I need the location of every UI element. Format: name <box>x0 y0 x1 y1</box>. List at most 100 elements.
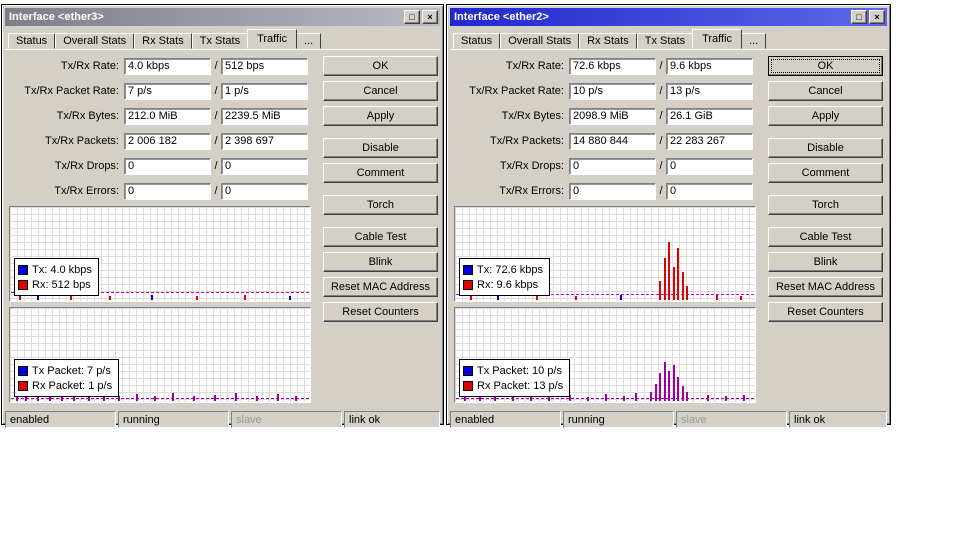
rx-value[interactable]: 2239.5 MiB <box>221 107 308 125</box>
disable-button[interactable]: Disable <box>323 138 438 158</box>
torch-button[interactable]: Torch <box>768 195 883 215</box>
status-bar: enabled running slave link ok <box>450 410 887 428</box>
field-label: Tx/Rx Packets: <box>45 135 119 147</box>
tab-overall-stats[interactable]: Overall Stats <box>55 33 135 49</box>
tab-status[interactable]: Status <box>8 33 56 49</box>
close-button[interactable]: × <box>869 10 885 24</box>
rx-value[interactable]: 1 p/s <box>221 82 308 100</box>
ok-button[interactable]: OK <box>768 56 883 76</box>
rx-value[interactable]: 0 <box>666 157 753 175</box>
value-separator: / <box>214 160 218 172</box>
reset-mac-address-button[interactable]: Reset MAC Address <box>323 277 438 297</box>
rate-chart-legend: Tx: 72.6 kbps Rx: 9.6 kbps <box>459 258 551 296</box>
tx-value[interactable]: 72.6 kbps <box>569 57 656 75</box>
rx-value[interactable]: 13 p/s <box>666 82 753 100</box>
tab-tx-stats[interactable]: Tx Stats <box>191 33 249 49</box>
rx-value[interactable]: 22 283 267 <box>666 132 753 150</box>
field-tx-rx-bytes: Tx/Rx Bytes: 212.0 MiB / 2239.5 MiB <box>9 106 311 126</box>
tab-label: ... <box>749 35 759 47</box>
close-button[interactable]: × <box>422 10 438 24</box>
value-separator: / <box>659 85 663 97</box>
legend-color-chip <box>463 365 473 376</box>
tx-value[interactable]: 2 006 182 <box>124 132 211 150</box>
rx-value[interactable]: 512 bps <box>221 57 308 75</box>
button-column: OK Cancel Apply Disable Comment Torch Ca… <box>768 56 883 408</box>
tab-traffic[interactable]: Traffic <box>692 29 743 49</box>
tab-rx-stats[interactable]: Rx Stats <box>134 33 192 49</box>
chart-spike <box>668 370 670 401</box>
blink-button[interactable]: Blink <box>768 252 883 272</box>
titlebar[interactable]: Interface <ether3> □ × <box>5 8 440 26</box>
reset-counters-button[interactable]: Reset Counters <box>768 302 883 322</box>
field-tx-rx-rate: Tx/Rx Rate: 72.6 kbps / 9.6 kbps <box>454 56 756 76</box>
tx-value[interactable]: 0 <box>569 157 656 175</box>
legend-label: Tx: 4.0 kbps <box>32 263 92 276</box>
ok-button[interactable]: OK <box>323 56 438 76</box>
value-separator: / <box>659 60 663 72</box>
legend-rx: Rx: 9.6 kbps <box>463 277 543 292</box>
chart-spike <box>668 241 670 300</box>
tx-value[interactable]: 14 880 844 <box>569 132 656 150</box>
rx-value[interactable]: 9.6 kbps <box>666 57 753 75</box>
cancel-button[interactable]: Cancel <box>323 81 438 101</box>
tab-traffic[interactable]: Traffic <box>247 29 298 49</box>
comment-button[interactable]: Comment <box>768 163 883 183</box>
rx-value[interactable]: 2 398 697 <box>221 132 308 150</box>
legend-tx-packet: Tx Packet: 7 p/s <box>18 363 112 378</box>
tab-more[interactable]: ... <box>741 33 767 49</box>
chart-spike <box>681 385 684 401</box>
chart-spike <box>672 365 675 401</box>
legend-label: Rx Packet: 13 p/s <box>477 379 564 392</box>
value-separator: / <box>214 135 218 147</box>
button-label: Cable Test <box>354 231 407 243</box>
chart-spike <box>686 285 688 300</box>
tx-value[interactable]: 4.0 kbps <box>124 57 211 75</box>
cable-test-button[interactable]: Cable Test <box>768 227 883 247</box>
rx-value[interactable]: 26.1 GiB <box>666 107 753 125</box>
rx-value[interactable]: 0 <box>221 157 308 175</box>
legend-color-chip <box>18 264 28 275</box>
apply-button[interactable]: Apply <box>323 106 438 126</box>
cable-test-button[interactable]: Cable Test <box>323 227 438 247</box>
tx-value[interactable]: 0 <box>124 157 211 175</box>
tx-value[interactable]: 0 <box>124 182 211 200</box>
field-label: Tx/Rx Packets: <box>490 135 564 147</box>
maximize-button[interactable]: □ <box>404 10 420 24</box>
chart-spike <box>707 395 709 401</box>
tx-value[interactable]: 0 <box>569 182 656 200</box>
chart-spike <box>109 296 111 300</box>
cancel-button[interactable]: Cancel <box>768 81 883 101</box>
rx-value[interactable]: 0 <box>221 182 308 200</box>
tab-status[interactable]: Status <box>453 33 501 49</box>
status-link: link ok <box>789 411 887 428</box>
button-label: Cancel <box>363 85 398 97</box>
field-label: Tx/Rx Packet Rate: <box>469 85 564 97</box>
titlebar[interactable]: Interface <ether2> □ × <box>450 8 887 26</box>
blink-button[interactable]: Blink <box>323 252 438 272</box>
tab-rx-stats[interactable]: Rx Stats <box>579 33 637 49</box>
reset-mac-address-button[interactable]: Reset MAC Address <box>768 277 883 297</box>
tx-value[interactable]: 2098.9 MiB <box>569 107 656 125</box>
chart-spike <box>672 267 675 300</box>
titlebar-button-glyph: × <box>874 12 880 22</box>
maximize-button[interactable]: □ <box>851 10 867 24</box>
tab-overall-stats[interactable]: Overall Stats <box>500 33 580 49</box>
tab-label: Overall Stats <box>508 35 572 47</box>
rx-value[interactable]: 0 <box>666 182 753 200</box>
tab-label: Overall Stats <box>63 35 127 47</box>
tab-more[interactable]: ... <box>296 33 322 49</box>
tx-value[interactable]: 7 p/s <box>124 82 211 100</box>
legend-color-chip <box>463 279 473 290</box>
tx-value[interactable]: 10 p/s <box>569 82 656 100</box>
button-label: Comment <box>801 167 850 179</box>
comment-button[interactable]: Comment <box>323 163 438 183</box>
apply-button[interactable]: Apply <box>768 106 883 126</box>
traffic-rate-chart: Tx: 72.6 kbps Rx: 9.6 kbps <box>454 206 756 302</box>
tx-value[interactable]: 212.0 MiB <box>124 107 211 125</box>
titlebar-button-glyph: □ <box>856 12 862 22</box>
torch-button[interactable]: Torch <box>323 195 438 215</box>
chart-spike <box>623 396 625 401</box>
disable-button[interactable]: Disable <box>768 138 883 158</box>
tab-tx-stats[interactable]: Tx Stats <box>636 33 694 49</box>
reset-counters-button[interactable]: Reset Counters <box>323 302 438 322</box>
